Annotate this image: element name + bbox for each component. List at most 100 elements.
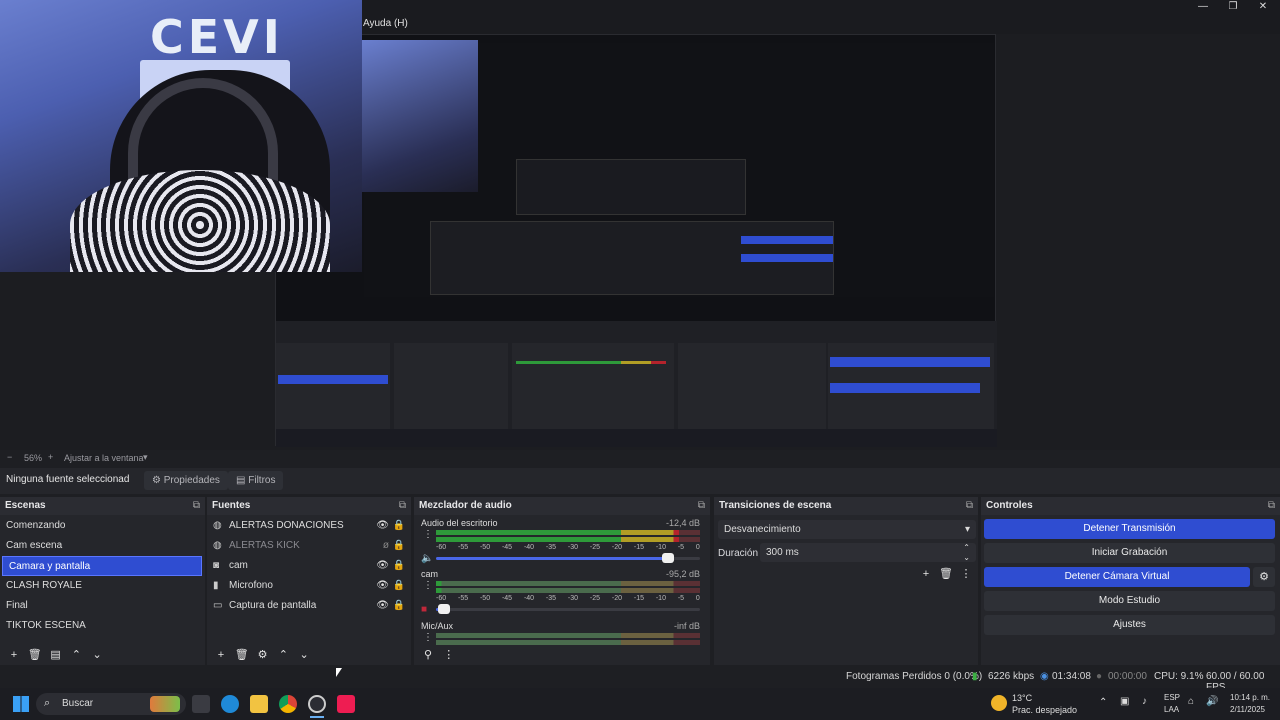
duration-input[interactable]: 300 ms ⌃ ⌄ [760,543,976,562]
undock-icon[interactable]: ⧉ [1268,497,1275,515]
studio-mode-button[interactable]: Modo Estudio [984,591,1275,611]
language-code[interactable]: ESP [1164,693,1180,702]
transition-select[interactable]: Desvanecimiento ▾ [718,520,976,539]
trash-icon[interactable]: 🗑 [26,645,44,665]
windows-start-icon[interactable] [13,696,29,712]
trash-icon[interactable]: 🗑 [937,564,955,584]
settings-button[interactable]: Ajustes [984,615,1275,635]
tray-app-icon[interactable]: ▣ [1120,696,1129,707]
mouse-cursor [336,668,342,677]
menu-dots-icon[interactable]: ⋮ [440,645,458,665]
scene-item[interactable]: Cam escena [0,536,205,556]
maximize-button[interactable]: ❐ [1218,0,1248,14]
scene-label: CLASH ROYALE [6,580,82,591]
start-recording-button[interactable]: Iniciar Grabación [984,543,1275,563]
obs-icon[interactable] [308,695,326,713]
lock-icon[interactable]: 🔒 [393,556,405,576]
volume-slider-handle[interactable] [662,553,675,563]
chrome-icon[interactable] [279,695,297,713]
filter-icon[interactable]: ▤ [47,645,65,665]
clock-time[interactable]: 10:14 p. m. [1230,693,1270,702]
menu-dots-icon[interactable]: ⋮ [957,564,975,584]
eye-hidden-icon[interactable]: ø [383,536,389,556]
menu-dots-icon[interactable]: ⋮ [423,529,433,540]
stop-stream-button[interactable]: Detener Transmisión [984,519,1275,539]
close-button[interactable]: ✕ [1248,0,1278,14]
edge-icon[interactable] [221,695,239,713]
speaker-icon[interactable]: 🔈 [421,553,433,564]
mixer-toolbar: ⚲ ⋮ [414,645,710,665]
lock-icon[interactable]: 🔒 [393,576,405,596]
source-item[interactable]: ◍ ALERTAS DONACIONES 👁 🔒 [207,516,411,536]
lock-icon[interactable]: 🔒 [393,536,405,556]
taskbar-search[interactable]: ⌕ Buscar [36,693,186,715]
zoom-dropdown-icon[interactable]: ▾ [143,452,148,463]
webcam-feed: CEVI [0,0,362,272]
eye-icon[interactable]: 👁 [376,516,389,536]
minimize-button[interactable]: — [1188,0,1218,14]
zoom-value: 56% [24,453,43,463]
tiktok-icon[interactable] [337,695,355,713]
virtual-camera-settings-icon[interactable]: ⚙ [1253,567,1275,587]
volume-slider-handle[interactable] [437,604,450,614]
chevron-up-icon[interactable]: ⌃ [67,645,85,665]
eye-icon[interactable]: 👁 [376,576,389,596]
volume-icon[interactable]: 🔊 [1206,696,1218,707]
source-item[interactable]: ▭ Captura de pantalla 👁 🔒 [207,596,411,616]
chevron-down-icon[interactable]: ⌄ [88,645,106,665]
gear-icon[interactable]: ⚙ [254,645,272,665]
mixer-title: Mezclador de audio [419,500,512,511]
volume-meter [436,633,700,638]
scene-item[interactable]: CLASH ROYALE [0,576,205,596]
properties-button[interactable]: ⚙ Propiedades [144,471,228,490]
volume-slider[interactable] [436,604,700,614]
eye-icon[interactable]: 👁 [376,556,389,576]
source-label: ALERTAS DONACIONES [229,520,344,531]
channel-name: Audio del escritorio [421,518,498,528]
trash-icon[interactable]: 🗑 [233,645,251,665]
scene-item[interactable]: Comenzando [0,516,205,536]
undock-icon[interactable]: ⧉ [399,497,406,515]
filters-button[interactable]: ▤ Filtros [228,471,284,490]
menu-help[interactable]: Ayuda (H) [363,18,408,29]
add-icon[interactable]: + [212,645,230,665]
stop-virtual-camera-button[interactable]: Detener Cámara Virtual [984,567,1250,587]
duration-label: Duración [718,548,759,559]
undock-icon[interactable]: ⧉ [193,497,200,515]
task-view-icon[interactable] [192,695,210,713]
tray-chevron-icon[interactable]: ⌃ [1099,697,1107,708]
volume-meter [436,537,700,542]
clock-date[interactable]: 2/11/2025 [1230,705,1265,714]
sources-toolbar: + 🗑 ⚙ ⌃ ⌄ [207,645,411,665]
menu-dots-icon[interactable]: ⋮ [423,580,433,591]
lock-icon[interactable]: 🔒 [393,516,405,536]
zoom-in-button[interactable]: + [48,452,53,462]
undock-icon[interactable]: ⧉ [698,497,705,515]
add-icon[interactable]: + [5,645,23,665]
microphone-tray-icon[interactable]: ♪ [1142,696,1147,707]
scene-item-selected[interactable]: Camara y pantalla [2,556,202,576]
volume-slider[interactable] [436,553,700,563]
speaker-muted-icon[interactable]: ■ [421,604,427,615]
source-item[interactable]: ◙ cam 👁 🔒 [207,556,411,576]
link-icon[interactable]: ⚲ [419,645,437,665]
lock-icon[interactable]: 🔒 [393,596,405,616]
duration-value: 300 ms [766,547,799,558]
menu-dots-icon[interactable]: ⋮ [423,632,433,643]
network-icon[interactable]: ⌂ [1188,696,1194,707]
undock-icon[interactable]: ⧉ [966,497,973,515]
scale-tick: -20 [611,544,622,551]
zoom-out-button[interactable]: − [7,452,12,462]
source-item[interactable]: ◍ ALERTAS KICK ø 🔒 [207,536,411,556]
scene-item[interactable]: TIKTOK ESCENA [0,616,205,636]
scene-item[interactable]: Final [0,596,205,616]
volume-meter [436,588,700,593]
fit-window-label[interactable]: Ajustar a la ventana [64,453,144,463]
add-icon[interactable]: + [917,564,935,584]
eye-icon[interactable]: 👁 [376,596,389,616]
file-explorer-icon[interactable] [250,695,268,713]
chevron-up-icon[interactable]: ⌃ [274,645,292,665]
language-region[interactable]: LAA [1164,705,1179,714]
source-item[interactable]: ▮ Microfono 👁 🔒 [207,576,411,596]
chevron-down-icon[interactable]: ⌄ [295,645,313,665]
